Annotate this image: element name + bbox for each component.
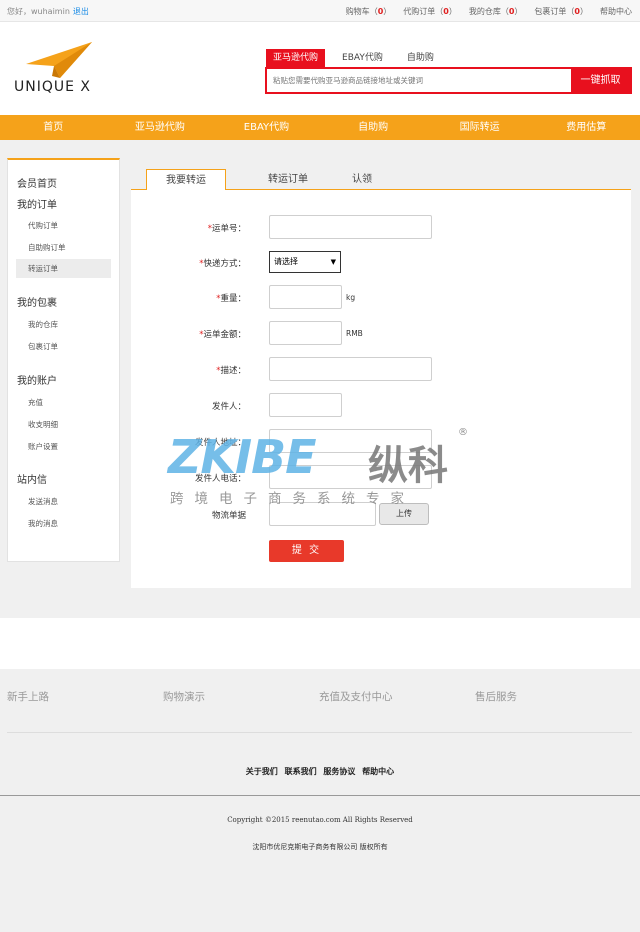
sidebar-item-member-home[interactable]: 会员首页 [17,175,57,190]
username: wuhaimin [31,7,70,16]
fetch-button[interactable]: 一键抓取 [571,69,630,92]
waybill-file-input[interactable] [269,502,376,526]
package-orders-link[interactable]: 包裹订单（0） [534,6,588,17]
nav-amazon[interactable]: 亚马逊代购 [107,115,214,140]
sender-address-input[interactable] [269,429,432,453]
tab-forward-orders[interactable]: 转运订单 [248,169,328,190]
footer-link-help[interactable]: 帮助中心 [362,767,394,776]
sidebar-item-forward-orders[interactable]: 转运订单 [16,259,111,278]
sidebar-item-package-orders[interactable]: 包裹订单 [28,341,58,352]
weight-label: *重量： [216,294,246,304]
sidebar-item-self-orders[interactable]: 自助购订单 [28,242,66,253]
footer-link-about[interactable]: 关于我们 [246,767,278,776]
nav-ebay[interactable]: EBAY代购 [213,115,320,140]
sender-label: 发件人： [211,402,246,412]
main-nav: 首页 亚马逊代购 EBAY代购 自助购 国际转运 费用估算 [0,115,640,140]
nav-cost-estimate[interactable]: 费用估算 [533,115,640,140]
sender-phone-input[interactable] [269,465,432,489]
main-tabs: 我要转运 转运订单 认领 [131,169,631,191]
nav-self-purchase[interactable]: 自助购 [320,115,427,140]
description-input[interactable] [269,357,432,381]
footer-col-demo[interactable]: 购物演示 [163,689,205,704]
tab-forward[interactable]: 我要转运 [146,169,226,191]
dropdown-arrow-icon: ▼ [330,258,336,266]
search-input[interactable] [267,69,572,92]
help-center-link[interactable]: 帮助中心 [600,6,632,17]
nav-home[interactable]: 首页 [0,115,107,140]
sidebar-section-messages: 站内信 [17,475,47,486]
sidebar-section-orders: 我的订单 [17,200,57,211]
tab-claim[interactable]: 认领 [322,169,402,190]
sender-address-label: 发件人地址： [194,438,246,448]
sidebar-section-account: 我的账户 [17,376,57,387]
footer-link-terms[interactable]: 服务协议 [323,767,355,776]
footer-links: 关于我们 联系我们 服务协议 帮助中心 [0,766,640,777]
logo-text: UNIQUE X [14,79,92,95]
footer: 新手上路 购物演示 充值及支付中心 售后服务 关于我们 联系我们 服务协议 帮助… [0,669,640,932]
weight-input[interactable] [269,285,342,309]
upload-button[interactable]: 上传 [379,503,429,525]
footer-col-after-sales[interactable]: 售后服务 [475,689,517,704]
nav-forwarding[interactable]: 国际转运 [426,115,533,140]
express-label: *快递方式： [199,259,246,269]
tracking-label: *运单号： [207,224,246,234]
sidebar-item-transactions[interactable]: 收支明细 [28,419,58,430]
tracking-input[interactable] [269,215,432,239]
amount-input[interactable] [269,321,342,345]
cart-count: 0 [377,7,384,16]
sidebar-item-recharge[interactable]: 充值 [28,397,43,408]
sidebar-item-purchase-orders[interactable]: 代购订单 [28,220,58,231]
sender-input[interactable] [269,393,342,417]
greeting-text: 您好， [7,7,31,16]
purchase-orders-count: 0 [443,7,449,16]
cart-link[interactable]: 购物车（0） [346,6,392,17]
sidebar-item-warehouse[interactable]: 我的仓库 [28,319,58,330]
description-label: *描述： [216,366,246,376]
purchase-orders-link[interactable]: 代购订单（0） [403,6,457,17]
footer-divider [7,732,632,733]
search-box: 一键抓取 [265,67,632,94]
top-links: 购物车（0） 代购订单（0） 我的仓库（0） 包裹订单（0） 帮助中心 [346,6,632,17]
submit-button[interactable]: 提 交 [269,540,344,562]
waybill-label: 物流单据 [211,511,246,521]
search-tab-ebay[interactable]: EBAY代购 [335,49,390,67]
company-name: 沈阳市优尼克斯电子商务有限公司 版权所有 [252,843,388,851]
logout-link[interactable]: 退出 [73,7,89,16]
sidebar-item-account-settings[interactable]: 账户设置 [28,441,58,452]
sender-phone-label: 发件人电话： [194,474,246,484]
warehouse-count: 0 [508,7,515,16]
package-orders-count: 0 [574,7,580,16]
greeting: 您好，wuhaimin 退出 [7,6,89,17]
search-tabs: 亚马逊代购 EBAY代购 自助购 [266,49,451,67]
sidebar-section-packages: 我的包裹 [17,298,57,309]
sidebar: 会员首页 我的订单 代购订单 自助购订单 转运订单 我的包裹 我的仓库 包裹订单… [7,158,120,562]
content-area: 会员首页 我的订单 代购订单 自助购订单 转运订单 我的包裹 我的仓库 包裹订单… [0,140,640,618]
paper-plane-icon [26,42,92,78]
search-tab-self[interactable]: 自助购 [400,49,441,67]
sidebar-item-my-messages[interactable]: 我的消息 [28,518,58,529]
express-select[interactable]: 请选择 ▼ [269,251,341,273]
amount-unit: RMB [346,329,363,338]
search-tab-amazon[interactable]: 亚马逊代购 [266,49,326,67]
footer-col-payment[interactable]: 充值及支付中心 [319,689,393,704]
amount-label: *运单金额： [199,330,246,340]
top-bar: 您好，wuhaimin 退出 购物车（0） 代购订单（0） 我的仓库（0） 包裹订… [0,0,640,22]
footer-divider-dark [0,795,640,796]
copyright: Copyright ©2015 reenutao.com All Rights … [227,816,413,824]
footer-col-beginner[interactable]: 新手上路 [7,689,49,704]
weight-unit: kg [346,293,356,302]
forward-form: *运单号： *快递方式： 请选择 ▼ *重量： kg *运单金额： RMB *描述… [131,190,631,588]
sidebar-item-send-message[interactable]: 发送消息 [28,496,58,507]
warehouse-link[interactable]: 我的仓库（0） [469,6,523,17]
header: UNIQUE X 亚马逊代购 EBAY代购 自助购 一键抓取 [0,22,640,115]
footer-link-contact[interactable]: 联系我们 [285,767,317,776]
